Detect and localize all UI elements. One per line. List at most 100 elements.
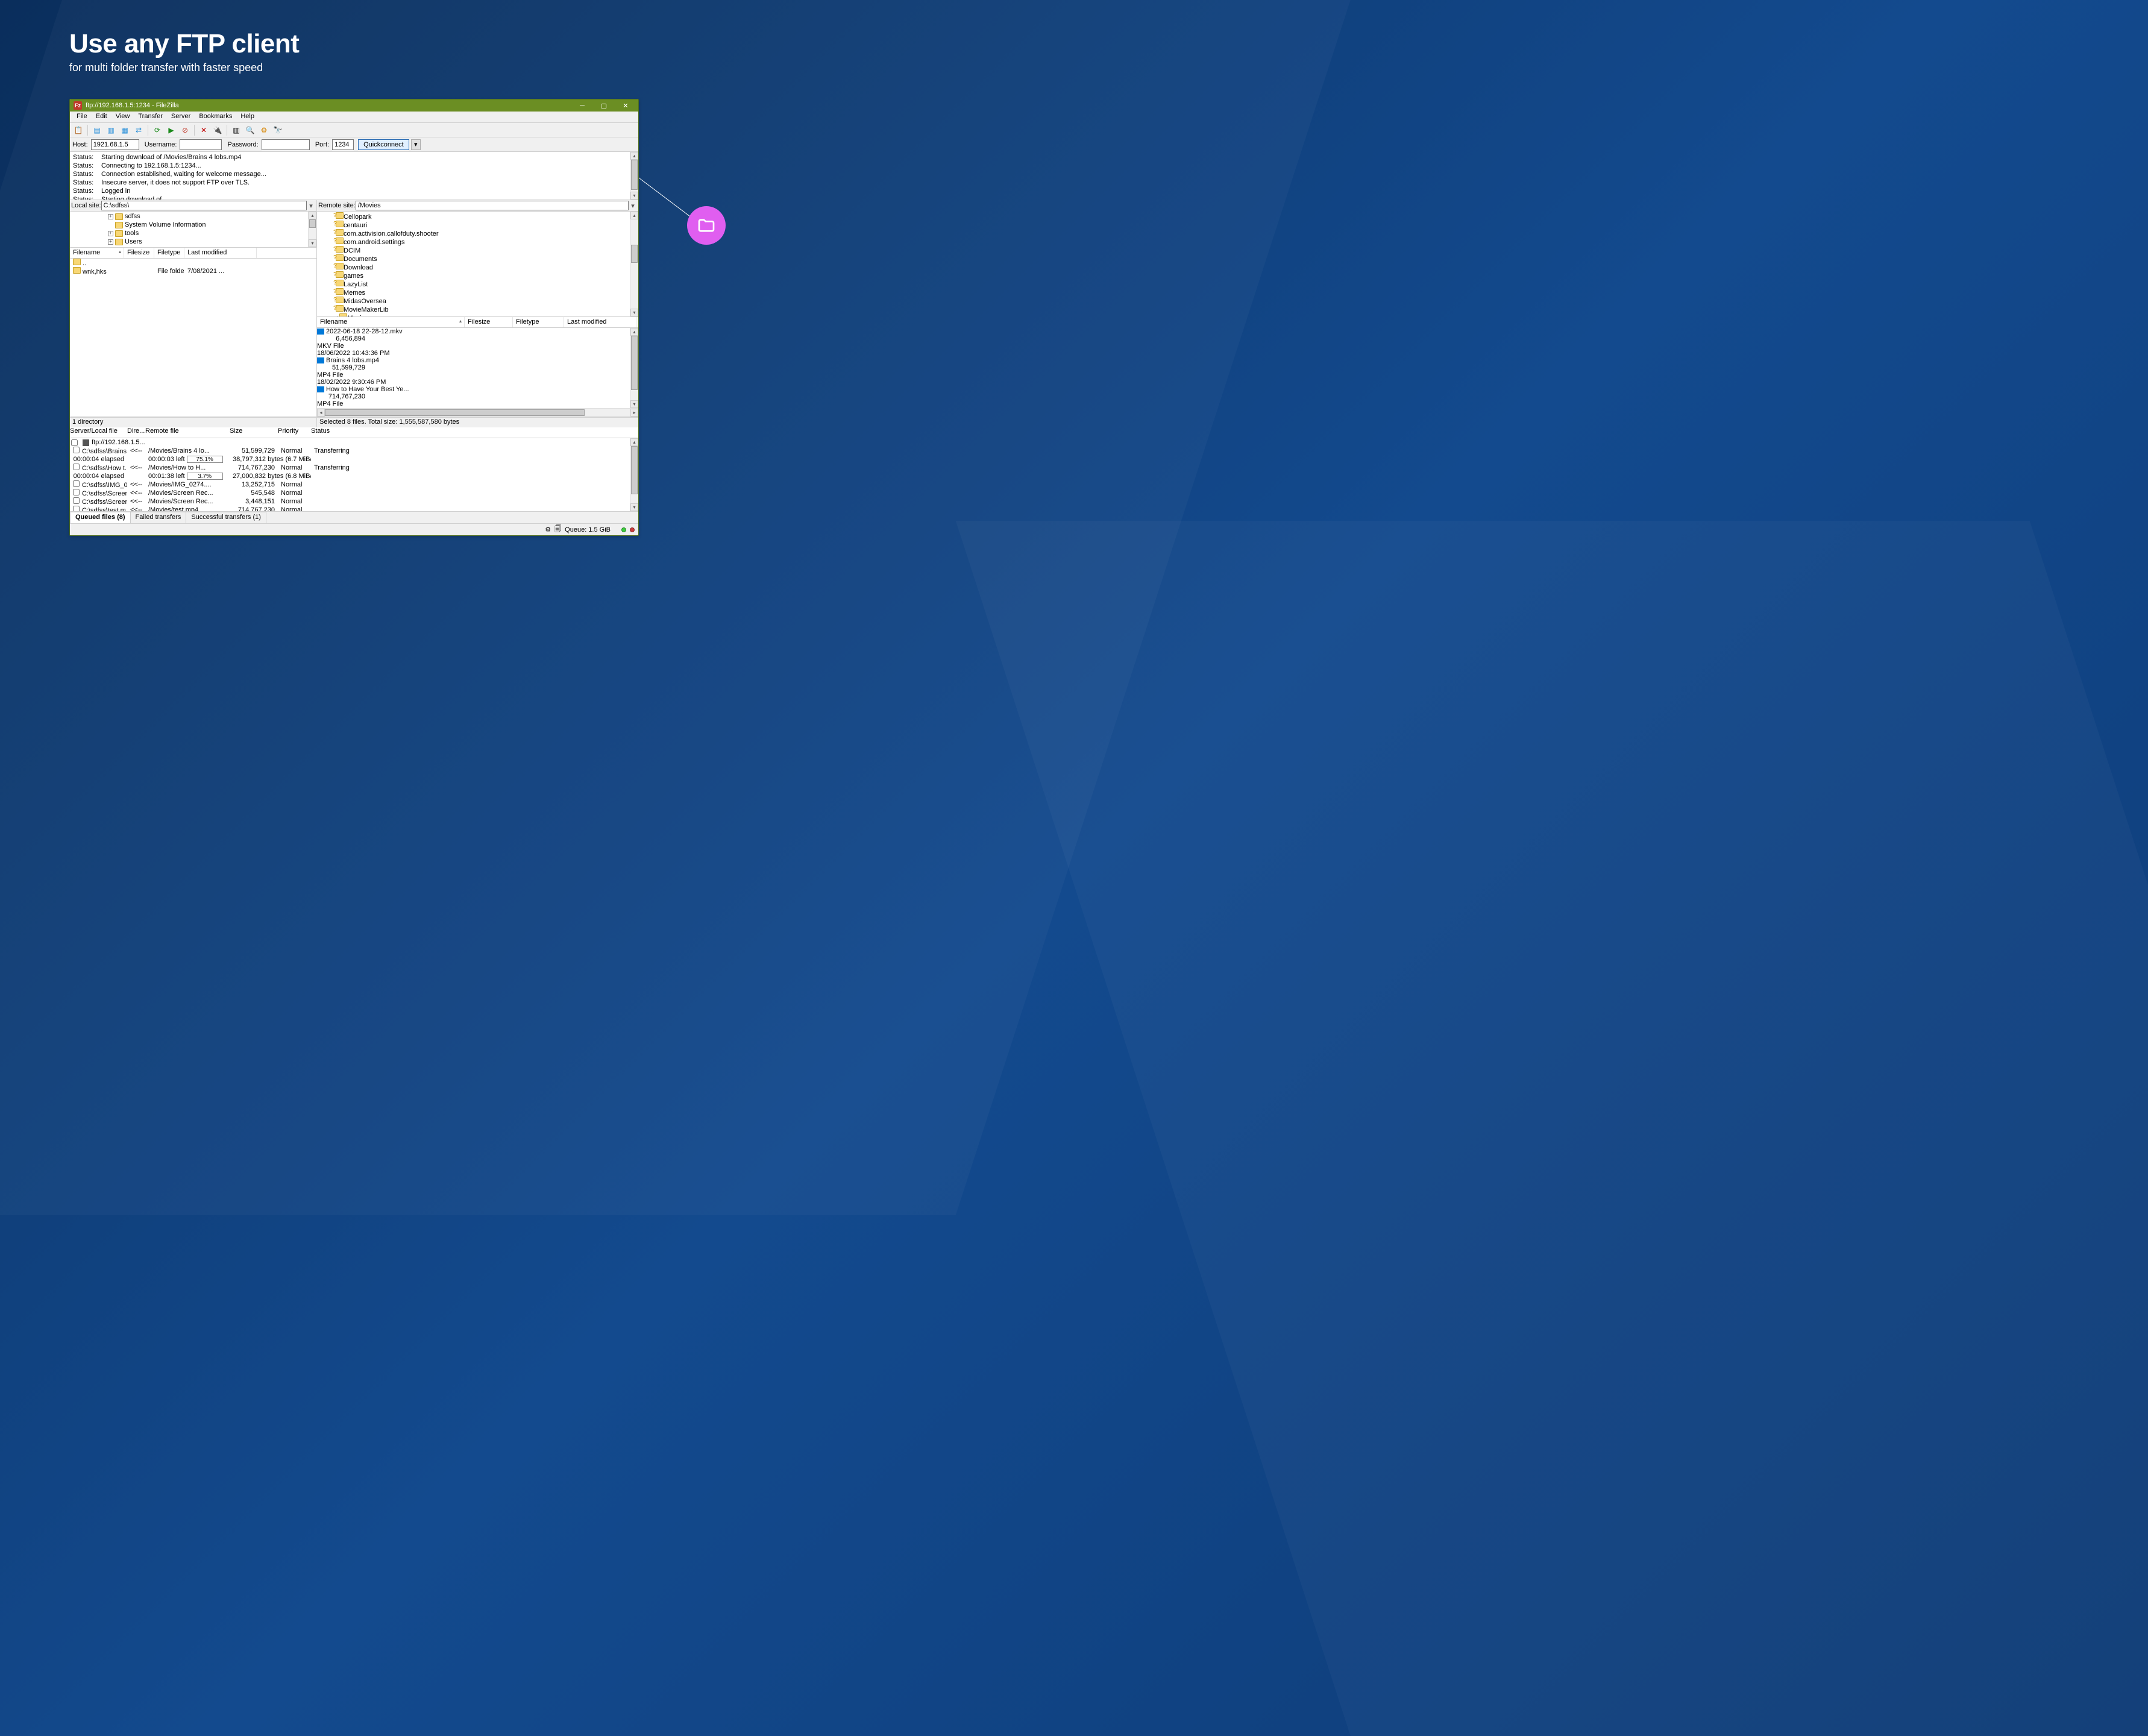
toggle-queue-icon[interactable]: ⇄ <box>133 124 145 136</box>
tree-node[interactable]: +tools <box>71 229 316 237</box>
queue-checkbox[interactable] <box>73 497 80 504</box>
tree-expander-icon[interactable]: + <box>108 214 113 219</box>
remote-list-hscrollbar[interactable]: ◂▸ <box>317 408 638 417</box>
close-button[interactable]: ✕ <box>617 99 635 112</box>
menu-bookmarks[interactable]: Bookmarks <box>195 112 236 122</box>
tree-expander-icon[interactable]: + <box>108 231 113 236</box>
local-tree[interactable]: +sdfssSystem Volume Information+tools+Us… <box>70 212 316 248</box>
queue-checkbox[interactable] <box>73 506 80 511</box>
tree-node[interactable]: Documents <box>318 254 638 263</box>
column-header[interactable]: Filetype <box>513 317 564 327</box>
cancel-icon[interactable]: ⊘ <box>179 124 191 136</box>
queue-item[interactable]: C:\sdfss\Screen...<<--/Movies/Screen Rec… <box>70 489 638 497</box>
remote-list-header[interactable]: FilenameFilesizeFiletypeLast modified <box>317 317 638 328</box>
quickconnect-history-button[interactable]: ▾ <box>411 139 421 150</box>
remote-list-scrollbar[interactable]: ▴▾ <box>630 328 638 408</box>
menu-edit[interactable]: Edit <box>92 112 111 122</box>
column-header[interactable]: Status <box>311 427 383 438</box>
remote-tree-scrollbar[interactable]: ▴▾ <box>630 212 638 316</box>
username-input[interactable] <box>180 139 222 150</box>
queue-tab[interactable]: Queued files (8) <box>70 512 131 523</box>
remote-file-list[interactable]: 2022-06-18 22-28-12.mkv6,456,894MKV File… <box>317 328 638 408</box>
queue-list[interactable]: ftp://192.168.1.5...C:\sdfss\Brains ...<… <box>70 438 638 511</box>
menu-view[interactable]: View <box>111 112 134 122</box>
port-input[interactable] <box>332 139 354 150</box>
column-header[interactable]: Size <box>230 427 278 438</box>
column-header[interactable]: Remote file <box>145 427 230 438</box>
remote-path-input[interactable] <box>356 201 629 210</box>
local-list-header[interactable]: FilenameFilesizeFiletypeLast modified <box>70 248 316 259</box>
titlebar[interactable]: Fz ftp://192.168.1.5:1234 - FileZilla ─ … <box>70 99 638 112</box>
column-header[interactable]: Last modified <box>564 317 636 327</box>
list-item[interactable]: wnk,hksFile folder7/08/2021 ... <box>70 267 316 275</box>
list-item[interactable]: 2022-06-18 22-28-12.mkv6,456,894MKV File… <box>317 328 638 357</box>
process-queue-icon[interactable]: ▶ <box>165 124 177 136</box>
list-item[interactable]: .. <box>70 259 316 267</box>
toggle-remotetree-icon[interactable]: ▦ <box>119 124 131 136</box>
queue-item[interactable]: C:\sdfss\Screen...<<--/Movies/Screen Rec… <box>70 497 638 506</box>
tree-node[interactable]: Cellopark <box>318 212 638 221</box>
tree-node[interactable]: Memes <box>318 288 638 297</box>
minimize-button[interactable]: ─ <box>573 99 591 112</box>
tree-node[interactable]: DCIM <box>318 246 638 254</box>
column-header[interactable]: Server/Local file <box>70 427 127 438</box>
queue-tab[interactable]: Successful transfers (1) <box>186 512 266 523</box>
column-header[interactable]: Filetype <box>154 248 184 258</box>
sitemanager-icon[interactable]: 📋 <box>72 124 84 136</box>
menu-file[interactable]: File <box>72 112 92 122</box>
queue-checkbox[interactable] <box>73 447 80 453</box>
column-header[interactable]: Dire... <box>127 427 145 438</box>
queue-scrollbar[interactable]: ▴▾ <box>630 438 638 511</box>
maximize-button[interactable]: ▢ <box>595 99 613 112</box>
toggle-log-icon[interactable]: ▤ <box>91 124 103 136</box>
column-header[interactable]: Last modified <box>184 248 257 258</box>
list-item[interactable]: How to Have Your Best Ye...714,767,230MP… <box>317 386 638 408</box>
filter-icon[interactable]: ▥ <box>230 124 242 136</box>
column-header[interactable]: Filesize <box>124 248 154 258</box>
tree-node[interactable]: +Users <box>71 237 316 246</box>
local-path-input[interactable] <box>101 201 307 210</box>
local-file-list[interactable]: .. wnk,hksFile folder7/08/2021 ... <box>70 259 316 417</box>
queue-checkbox[interactable] <box>73 480 80 487</box>
tree-node[interactable]: centauri <box>318 221 638 229</box>
remote-path-dropdown[interactable]: ▾ <box>629 202 637 210</box>
column-header[interactable]: Filename <box>70 248 124 258</box>
queue-header[interactable]: Server/Local fileDire...Remote fileSizeP… <box>70 427 638 438</box>
settings-icon[interactable]: ⚙ <box>545 526 551 533</box>
tree-node[interactable]: com.activision.callofduty.shooter <box>318 229 638 237</box>
queue-item[interactable]: C:\sdfss\Brains ...<<--/Movies/Brains 4 … <box>70 447 638 455</box>
menu-server[interactable]: Server <box>167 112 195 122</box>
remote-tree[interactable]: Celloparkcentauricom.activision.callofdu… <box>317 212 638 317</box>
queue-checkbox[interactable] <box>73 489 80 495</box>
reconnect-icon[interactable]: 🔌 <box>212 124 224 136</box>
toggle-localtree-icon[interactable]: ▥ <box>105 124 117 136</box>
column-header[interactable]: Filename <box>317 317 465 327</box>
tree-node[interactable]: com.android.settings <box>318 237 638 246</box>
tree-node[interactable]: MidasOversea <box>318 297 638 305</box>
local-tree-scrollbar[interactable]: ▴▾ <box>308 212 316 247</box>
sync-icon[interactable]: ⚙ <box>258 124 270 136</box>
password-input[interactable] <box>262 139 310 150</box>
list-item[interactable]: Brains 4 lobs.mp451,599,729MP4 File18/02… <box>317 357 638 386</box>
disconnect-icon[interactable]: ✕ <box>198 124 210 136</box>
menu-help[interactable]: Help <box>236 112 259 122</box>
message-log[interactable]: Status:Starting download of /Movies/Brai… <box>70 152 638 200</box>
search-icon[interactable]: 🔭 <box>272 124 284 136</box>
tree-node[interactable]: System Volume Information <box>71 221 316 229</box>
tree-node[interactable]: +sdfss <box>71 212 316 221</box>
compare-icon[interactable]: 🔍 <box>244 124 256 136</box>
tree-expander-icon[interactable]: + <box>108 239 113 245</box>
column-header[interactable]: Priority <box>278 427 311 438</box>
log-scrollbar[interactable]: ▴▾ <box>630 152 638 200</box>
queue-tab[interactable]: Failed transfers <box>130 512 187 523</box>
refresh-icon[interactable]: ⟳ <box>151 124 163 136</box>
queue-server-row[interactable]: ftp://192.168.1.5... <box>70 438 638 447</box>
quickconnect-button[interactable]: Quickconnect <box>358 139 409 150</box>
menu-transfer[interactable]: Transfer <box>134 112 167 122</box>
queue-item[interactable]: C:\sdfss\How t...<<--/Movies/How to H...… <box>70 464 638 472</box>
tree-node[interactable]: Download <box>318 263 638 271</box>
queue-checkbox[interactable] <box>73 464 80 470</box>
tree-node[interactable]: MovieMakerLib <box>318 305 638 313</box>
local-path-dropdown[interactable]: ▾ <box>307 202 315 210</box>
queue-checkbox[interactable] <box>71 439 78 446</box>
